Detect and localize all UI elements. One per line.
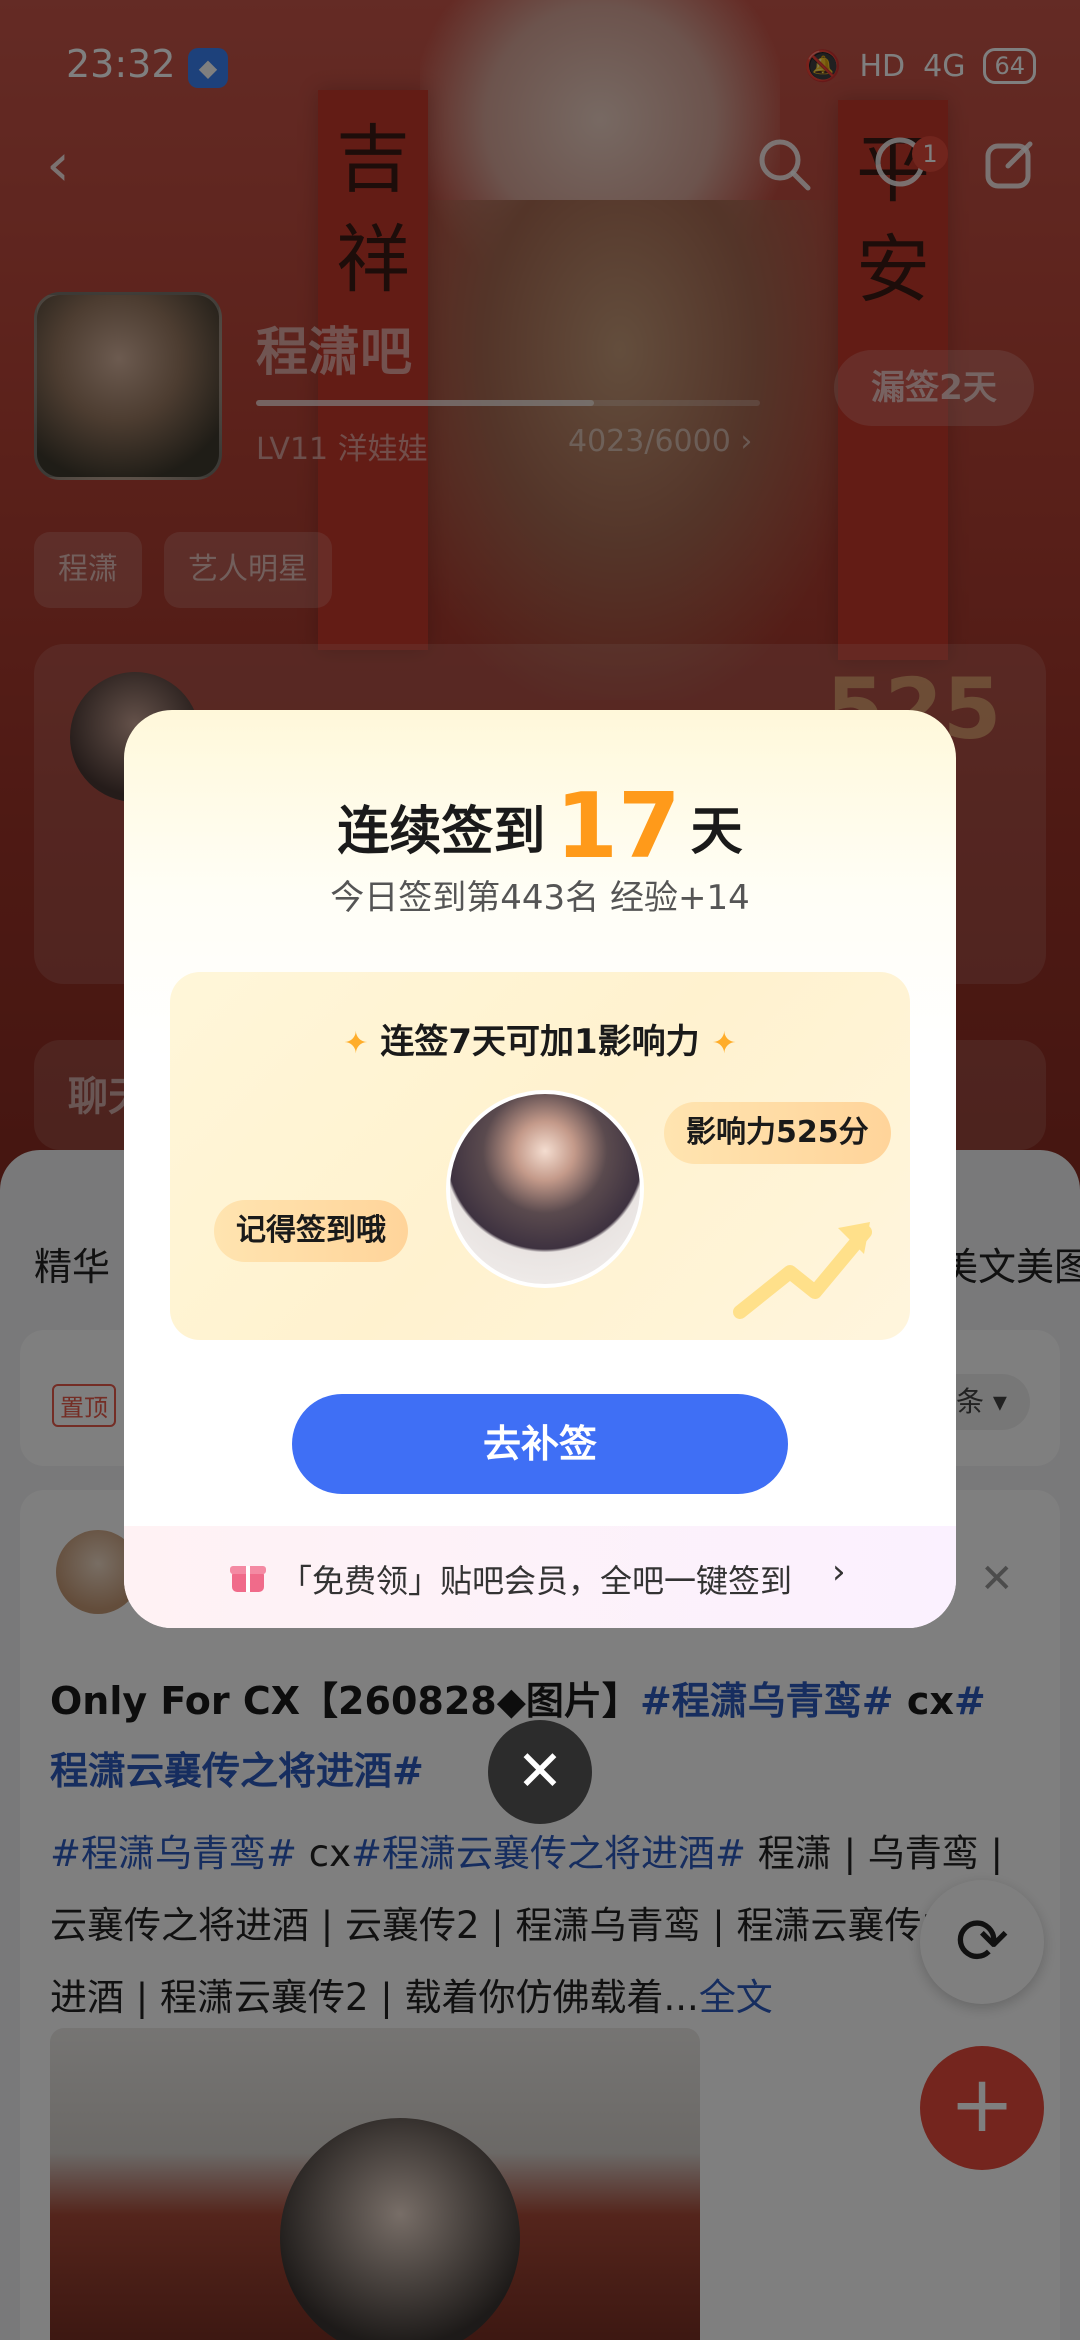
remind-bubble: 记得签到哦 xyxy=(214,1200,408,1262)
trend-arrow-icon xyxy=(733,1222,872,1319)
influence-bubble: 影响力525分 xyxy=(664,1102,891,1164)
vip-promo-bar[interactable]: 「免费领」贴吧会员，全吧一键签到 › xyxy=(124,1526,956,1628)
vip-promo-text: 「免费领」贴吧会员，全吧一键签到 xyxy=(280,1562,793,1600)
gift-icon xyxy=(230,1566,266,1592)
streak-days: 17 xyxy=(555,774,681,879)
promo-heading-text: 连签7天可加1影响力 xyxy=(380,1022,700,1062)
close-icon[interactable]: ✕ xyxy=(488,1720,592,1824)
makeup-sign-button[interactable]: 去补签 xyxy=(292,1394,788,1494)
chevron-right-icon: › xyxy=(832,1552,846,1592)
promo-heading: ✦ 连签7天可加1影响力 ✦ xyxy=(170,1014,910,1063)
sparkle-icon: ✦ xyxy=(343,1026,369,1061)
sparkle-icon: ✦ xyxy=(711,1026,737,1061)
title-suffix: 天 xyxy=(690,802,743,862)
promo-avatar xyxy=(446,1090,644,1288)
modal-subtitle: 今日签到第443名 经验+14 xyxy=(330,878,750,918)
sign-in-modal: 连续签到 17 天 今日签到第443名 经验+14 ✦ 连签7天可加1影响力 ✦ 记得签… xyxy=(124,710,956,1628)
modal-title: 连续签到 17 天 xyxy=(124,774,956,879)
title-prefix: 连续签到 xyxy=(337,802,546,862)
promo-box: ✦ 连签7天可加1影响力 ✦ 记得签到哦 影响力525分 xyxy=(170,972,910,1340)
